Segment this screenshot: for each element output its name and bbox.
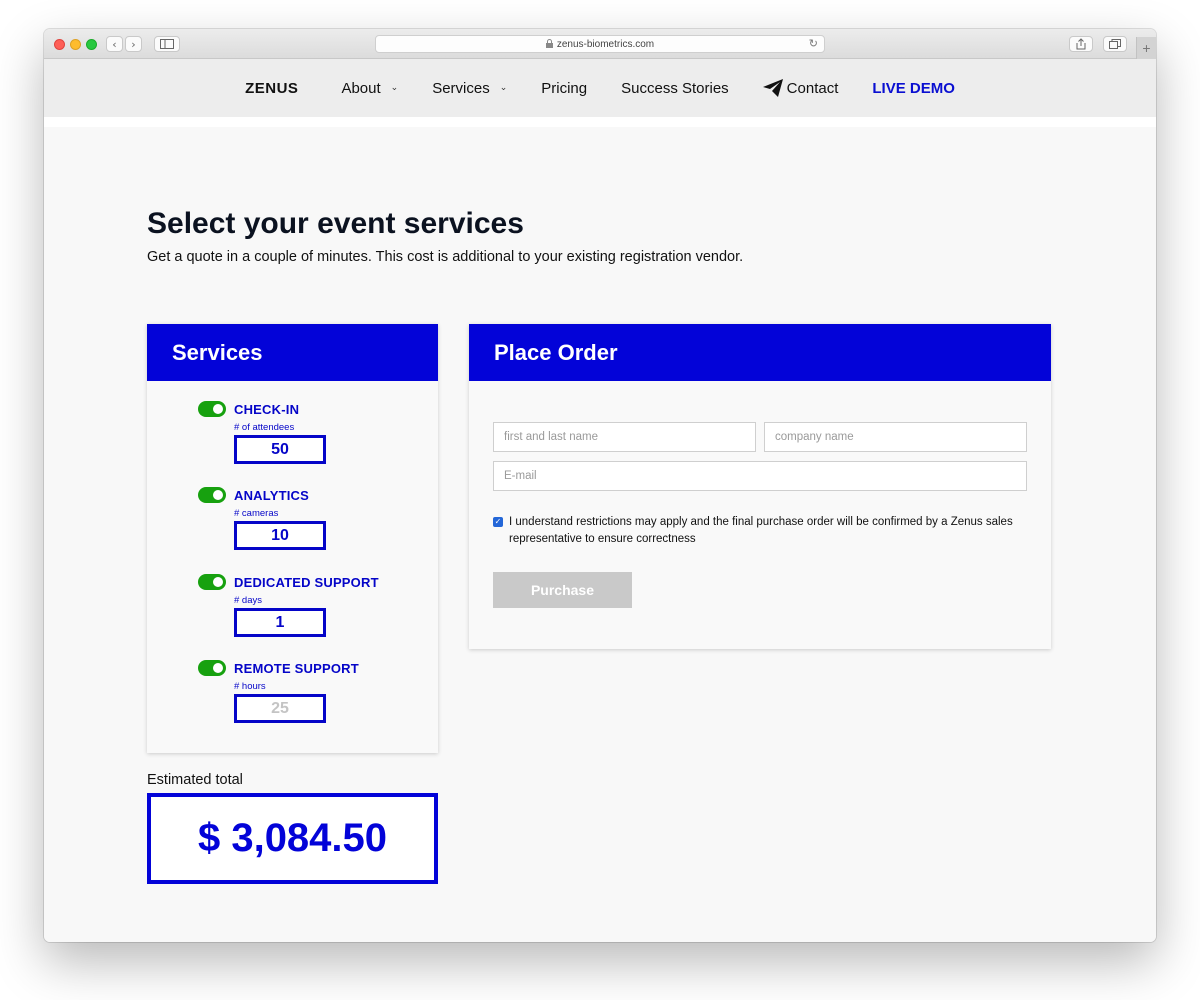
services-panel: Services CHECK-IN # of attendees 50 ANAL… bbox=[147, 324, 438, 753]
name-field[interactable] bbox=[493, 422, 756, 452]
service-unit: # hours bbox=[234, 681, 266, 692]
estimated-total-label: Estimated total bbox=[147, 772, 243, 788]
dedicated-support-quantity-input[interactable]: 1 bbox=[234, 608, 326, 637]
check-in-quantity-input[interactable]: 50 bbox=[234, 435, 326, 464]
place-order-panel: Place Order ✓ I understand restrictions … bbox=[469, 324, 1051, 649]
nav-pricing[interactable]: Pricing bbox=[541, 80, 587, 97]
remote-support-toggle[interactable] bbox=[198, 660, 226, 676]
sidebar-toggle-button[interactable] bbox=[154, 36, 180, 52]
browser-toolbar: ‹ › zenus-biometrics.com ↻ + bbox=[44, 29, 1156, 59]
nav-services[interactable]: Services ⌄ bbox=[432, 80, 507, 97]
nav-contact-label: Contact bbox=[786, 79, 839, 97]
nav-success-stories[interactable]: Success Stories bbox=[621, 80, 729, 97]
back-button[interactable]: ‹ bbox=[106, 36, 123, 52]
reload-icon[interactable]: ↻ bbox=[809, 37, 818, 50]
remote-support-quantity-input[interactable]: 25 bbox=[234, 694, 326, 723]
dedicated-support-toggle[interactable] bbox=[198, 574, 226, 590]
tabs-icon bbox=[1109, 39, 1121, 49]
purchase-button[interactable]: Purchase bbox=[493, 572, 632, 608]
place-order-heading: Place Order bbox=[469, 324, 1051, 381]
company-field[interactable] bbox=[764, 422, 1027, 452]
service-dedicated-support: DEDICATED SUPPORT # days 1 bbox=[198, 574, 418, 637]
url-text: zenus-biometrics.com bbox=[556, 38, 655, 50]
main-content: Select your event services Get a quote i… bbox=[44, 127, 1156, 942]
share-button[interactable] bbox=[1069, 36, 1093, 52]
lock-icon bbox=[545, 38, 553, 50]
service-analytics: ANALYTICS # cameras 10 bbox=[198, 487, 418, 550]
nav-divider bbox=[44, 117, 1156, 127]
nav-live-demo[interactable]: LIVE DEMO bbox=[872, 80, 955, 97]
site-navigation: ZENUS About ⌄ Services ⌄ Pricing Success… bbox=[44, 59, 1156, 117]
tabs-overview-button[interactable] bbox=[1103, 36, 1127, 52]
nav-contact[interactable]: Contact bbox=[762, 79, 839, 97]
estimated-total-value: $ 3,084.50 bbox=[147, 793, 438, 884]
browser-window: ‹ › zenus-biometrics.com ↻ + ZENUS About… bbox=[44, 29, 1156, 942]
sidebar-icon bbox=[160, 39, 174, 49]
email-field[interactable] bbox=[493, 461, 1027, 491]
new-tab-button[interactable]: + bbox=[1136, 37, 1156, 59]
forward-button[interactable]: › bbox=[125, 36, 142, 52]
zenus-logo[interactable]: ZENUS bbox=[245, 80, 298, 97]
zoom-window-button[interactable] bbox=[86, 39, 97, 50]
consent-text: I understand restrictions may apply and … bbox=[509, 516, 1013, 545]
share-icon bbox=[1076, 38, 1086, 50]
nav-about[interactable]: About ⌄ bbox=[341, 80, 398, 97]
analytics-toggle[interactable] bbox=[198, 487, 226, 503]
page-title: Select your event services bbox=[147, 207, 524, 240]
service-unit: # days bbox=[234, 595, 262, 606]
nav-services-label: Services bbox=[432, 79, 490, 97]
address-bar[interactable]: zenus-biometrics.com ↻ bbox=[375, 35, 825, 53]
nav-about-label: About bbox=[341, 79, 381, 97]
service-remote-support: REMOTE SUPPORT # hours 25 bbox=[198, 660, 418, 723]
close-window-button[interactable] bbox=[54, 39, 65, 50]
service-unit: # cameras bbox=[234, 508, 279, 519]
minimize-window-button[interactable] bbox=[70, 39, 81, 50]
service-name: ANALYTICS bbox=[234, 487, 309, 503]
consent-checkbox[interactable]: ✓ bbox=[493, 517, 503, 527]
page-subtitle: Get a quote in a couple of minutes. This… bbox=[147, 249, 744, 265]
chevron-right-icon: › bbox=[131, 37, 136, 51]
service-check-in: CHECK-IN # of attendees 50 bbox=[198, 401, 418, 464]
service-name: REMOTE SUPPORT bbox=[234, 660, 359, 676]
services-heading: Services bbox=[147, 324, 438, 381]
service-name: CHECK-IN bbox=[234, 401, 300, 417]
chevron-down-icon: ⌄ bbox=[390, 83, 399, 93]
service-unit: # of attendees bbox=[234, 422, 295, 433]
paper-plane-icon bbox=[762, 79, 783, 97]
check-in-toggle[interactable] bbox=[198, 401, 226, 417]
analytics-quantity-input[interactable]: 10 bbox=[234, 521, 326, 550]
service-name: DEDICATED SUPPORT bbox=[234, 574, 379, 590]
chevron-down-icon: ⌄ bbox=[499, 83, 508, 93]
chevron-left-icon: ‹ bbox=[112, 37, 117, 51]
